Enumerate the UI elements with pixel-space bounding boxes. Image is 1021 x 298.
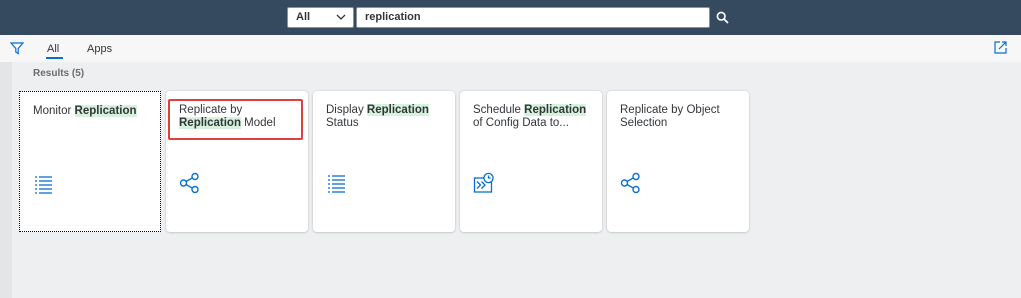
tile-title: Schedule Replication of Config Data to..… xyxy=(473,104,587,129)
shell-bar: All replication xyxy=(0,0,1021,35)
search-scope-value: All xyxy=(296,11,311,23)
chevron-down-icon xyxy=(336,14,346,20)
tile-replicate-by-object-selection[interactable]: Replicate by Object Selection xyxy=(607,91,749,232)
filter-bar: All Apps xyxy=(0,35,1021,62)
search-input-value: replication xyxy=(365,11,421,23)
tab-all-indicator xyxy=(46,57,63,59)
tile-title: Monitor Replication xyxy=(33,105,137,117)
list-icon xyxy=(328,175,345,193)
share-nodes-icon xyxy=(620,172,640,194)
share-icon[interactable] xyxy=(993,40,1008,55)
search-input[interactable]: replication xyxy=(356,7,710,28)
tile-schedule-replication[interactable]: Schedule Replication of Config Data to..… xyxy=(460,91,602,232)
tile-display-replication-status[interactable]: Display Replication Status xyxy=(313,91,455,232)
filter-icon[interactable] xyxy=(10,41,24,55)
results-count: Results (5) xyxy=(33,68,85,79)
tab-apps[interactable]: Apps xyxy=(87,43,112,55)
tile-monitor-replication[interactable]: Monitor Replication xyxy=(19,91,161,232)
tile-title: Display Replication Status xyxy=(326,104,429,129)
schedule-run-icon xyxy=(473,172,494,193)
search-button[interactable] xyxy=(711,7,733,28)
search-icon xyxy=(716,11,729,24)
search-scope-select[interactable]: All xyxy=(287,7,354,28)
list-icon xyxy=(35,176,52,194)
annotation-highlight-box xyxy=(168,99,303,140)
share-nodes-icon xyxy=(179,172,199,194)
side-strip xyxy=(0,62,12,298)
tab-all[interactable]: All xyxy=(47,43,59,55)
tile-title: Replicate by Object Selection xyxy=(620,104,720,129)
